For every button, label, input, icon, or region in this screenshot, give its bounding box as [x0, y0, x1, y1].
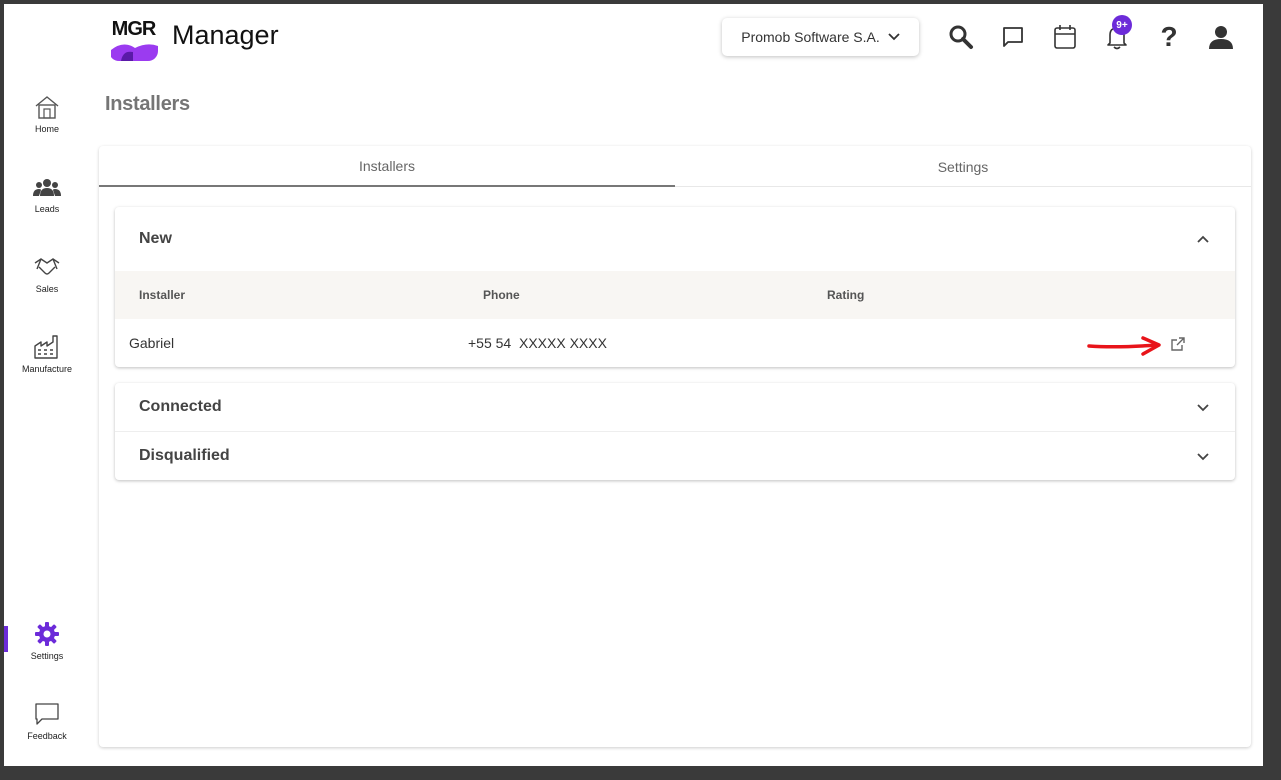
sidebar-item-sales[interactable]: Sales [4, 250, 90, 312]
user-icon[interactable] [1206, 22, 1236, 52]
chevron-up-icon[interactable] [1193, 229, 1213, 249]
sidebar: Home Leads Sales Manufacture Settings Fe… [4, 76, 90, 766]
factory-icon [4, 330, 90, 364]
installer-phone: +55 54 XXXXX XXXX [468, 335, 607, 351]
app-window: MGR Manager Promob Software S.A. 9+ ? Ho… [4, 4, 1263, 766]
chevron-down-icon[interactable] [1193, 397, 1213, 417]
help-icon[interactable]: ? [1154, 21, 1184, 52]
table-row[interactable]: Gabriel +55 54 XXXXX XXXX [115, 319, 1235, 367]
sidebar-item-label: Feedback [27, 731, 67, 741]
page-title: Installers [105, 93, 190, 115]
section-connected-header[interactable]: Connected [115, 383, 1235, 431]
sidebar-item-label: Sales [35, 284, 59, 294]
collapsed-sections: Connected Disqualified [115, 383, 1235, 480]
section-title: Connected [139, 398, 222, 415]
column-header-installer: Installer [139, 288, 186, 302]
section-title: Disqualified [139, 447, 230, 464]
search-icon[interactable] [946, 22, 976, 52]
section-new-header[interactable]: New [115, 207, 1235, 271]
open-external-icon[interactable] [1170, 336, 1186, 352]
sidebar-item-label: Leads [34, 204, 60, 214]
sidebar-item-home[interactable]: Home [4, 90, 90, 152]
calendar-icon[interactable] [1050, 22, 1080, 52]
top-header: MGR Manager Promob Software S.A. 9+ ? [4, 4, 1263, 76]
people-icon [4, 170, 90, 204]
company-name: Promob Software S.A. [741, 29, 880, 45]
sidebar-item-label: Manufacture [21, 364, 73, 374]
section-disqualified-header[interactable]: Disqualified [115, 432, 1235, 480]
notification-badge: 9+ [1112, 15, 1132, 35]
section-title: New [139, 230, 172, 247]
chat-icon[interactable] [998, 22, 1028, 52]
installer-name: Gabriel [129, 335, 175, 351]
chevron-down-icon[interactable] [1193, 446, 1213, 466]
sidebar-item-label: Home [34, 124, 59, 134]
section-new: New Installer Phone Rating Gabriel +55 5… [115, 207, 1235, 367]
tab-settings[interactable]: Settings [675, 146, 1251, 187]
column-header-phone: Phone [483, 288, 520, 302]
tab-bar: Installers Settings [99, 146, 1251, 187]
sidebar-item-label: Settings [30, 651, 64, 661]
red-arrow-annotation [1087, 336, 1161, 356]
main-card: Installers Settings New Installer Phone … [99, 146, 1251, 747]
sidebar-item-feedback[interactable]: Feedback [4, 697, 90, 759]
tab-installers[interactable]: Installers [99, 146, 675, 187]
gear-icon [4, 617, 90, 651]
chevron-down-icon [888, 33, 900, 41]
logo-text: MGR [111, 18, 157, 40]
table-header: Installer Phone Rating [115, 271, 1235, 319]
feedback-icon [4, 697, 90, 731]
sidebar-item-settings[interactable]: Settings [4, 617, 90, 679]
handshake-icon [4, 250, 90, 284]
app-title: Manager [172, 20, 279, 50]
sidebar-item-manufacture[interactable]: Manufacture [4, 330, 90, 392]
column-header-rating: Rating [827, 288, 865, 302]
sidebar-item-leads[interactable]: Leads [4, 170, 90, 232]
home-icon [4, 90, 90, 124]
app-logo[interactable]: MGR [109, 12, 158, 61]
company-selector[interactable]: Promob Software S.A. [722, 18, 919, 56]
